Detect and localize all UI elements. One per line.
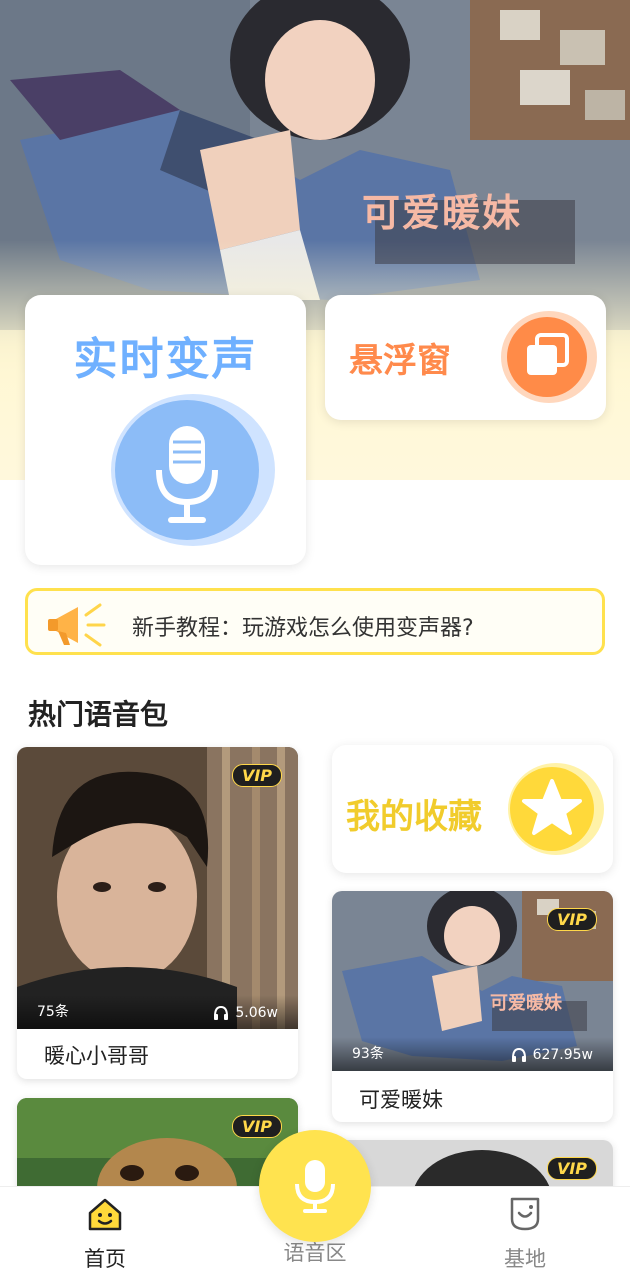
hero-caption: 可爱暖妹 [362,191,523,235]
voice-pack-thumbnail [17,747,298,1029]
thumbnail-stats-bar: 93条 627.95w [332,1037,613,1071]
nav-label-base: 基地 [504,1247,546,1271]
voice-pack-card[interactable]: VIP 75条 5.06w 暖心小哥哥 [17,747,298,1079]
realtime-voice-change-card[interactable]: 实时变声 [25,295,306,565]
play-count-value: 5.06w [235,1005,278,1021]
voice-fab-button[interactable] [259,1130,371,1242]
play-count: 627.95w [511,1047,593,1063]
home-smile-icon [88,1198,122,1231]
nav-label-home: 首页 [84,1247,126,1271]
microphone-icon [111,394,275,546]
my-favorites-card[interactable]: 我的收藏 [332,745,613,873]
tutorial-text: 新手教程：玩游戏怎么使用变声器? [132,616,474,641]
vip-badge: VIP [546,1157,597,1180]
megaphone-icon [48,603,106,647]
nav-item-home[interactable]: 首页 [60,1195,150,1273]
base-icon [510,1197,540,1231]
floating-window-title: 悬浮窗 [349,341,451,381]
item-count: 75条 [37,1004,69,1020]
microphone-icon [295,1160,335,1213]
vip-badge: VIP [231,764,282,787]
tutorial-banner[interactable]: 新手教程：玩游戏怎么使用变声器? [25,588,605,655]
realtime-title: 实时变声 [73,334,258,385]
headphones-icon [214,1006,229,1020]
headphones-icon [511,1048,526,1062]
voice-pack-name: 可爱暖妹 [359,1088,443,1112]
section-title-hot-voice-packs: 热门语音包 [28,698,169,731]
voice-pack-card[interactable]: 可爱暖妹 VIP 93条 627.95w 可爱暖妹 [332,891,613,1122]
voice-pack-name: 暖心小哥哥 [44,1044,149,1068]
play-count: 5.06w [213,1005,278,1021]
thumbnail-stats-bar: 75条 5.06w [17,995,298,1029]
favorites-title: 我的收藏 [346,797,482,837]
vip-badge: VIP [546,908,597,931]
star-icon [508,763,604,855]
play-count-value: 627.95w [532,1047,593,1063]
nav-item-base[interactable]: 基地 [480,1195,570,1273]
window-stack-icon [501,311,597,403]
floating-window-card[interactable]: 悬浮窗 [325,295,606,420]
item-count: 93条 [352,1046,384,1062]
home-page: 可爱暖妹 实时变声 悬浮窗 新手教程：玩游戏怎么使用变声器? 热门语音包 VIP… [0,0,630,1280]
thumbnail-caption: 可爱暖妹 [490,992,563,1014]
vip-badge: VIP [231,1115,282,1138]
